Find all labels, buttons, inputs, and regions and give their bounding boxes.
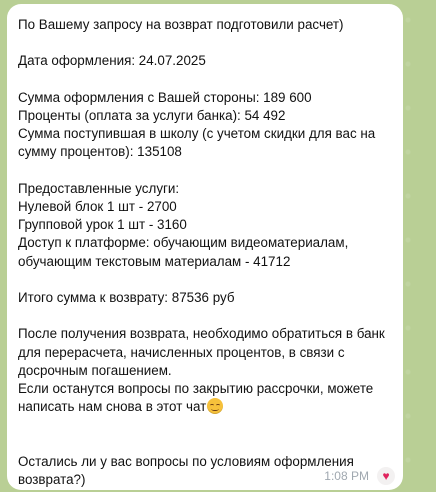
heart-icon[interactable]: ♥ xyxy=(377,466,395,485)
message-line-text: написать нам снова в этот чат xyxy=(18,399,207,415)
message-line: Дата оформления: 24.07.2025 xyxy=(18,53,206,69)
message-line: Сумма оформления с Вашей стороны: 189 60… xyxy=(18,89,312,105)
message-line: Доступ к платформе: обучающим видеоматер… xyxy=(18,235,349,251)
message-line: обучающим текстовым материалам - 41712 xyxy=(18,253,291,269)
message-line: Если останутся вопросы по закрытию расср… xyxy=(18,380,374,396)
message-time: 1:08 PM xyxy=(324,468,369,483)
message-line: После получения возврата, необходимо обр… xyxy=(18,326,385,342)
message-line: для перерасчета, начисленных процентов, … xyxy=(18,344,345,360)
message-line: досрочным погашением. xyxy=(18,362,172,378)
message-line-with-emoji: написать нам снова в этот чат xyxy=(18,398,391,416)
message-meta: 1:08 PM ♥ xyxy=(324,466,395,485)
chat-window: { "message": { "lines": [ "По Вашему зап… xyxy=(0,0,436,492)
message-line: Предоставленные услуги: xyxy=(18,180,180,196)
message-line: Групповой урок 1 шт - 3160 xyxy=(18,217,187,233)
message-line: Проценты (оплата за услуги банка): 54 49… xyxy=(18,107,286,123)
message-line: сумму процентов): 135108 xyxy=(18,144,182,160)
message-line: По Вашему запросу на возврат подготовили… xyxy=(18,17,344,32)
message-bubble[interactable]: По Вашему запросу на возврат подготовили… xyxy=(7,4,403,490)
smiling-face-icon xyxy=(207,398,224,415)
message-line: Нулевой блок 1 шт - 2700 xyxy=(18,198,177,214)
message-line: Итого сумма к возврату: 87536 руб xyxy=(18,289,235,305)
message-line: Сумма поступившая в школу (с учетом скид… xyxy=(18,126,376,142)
